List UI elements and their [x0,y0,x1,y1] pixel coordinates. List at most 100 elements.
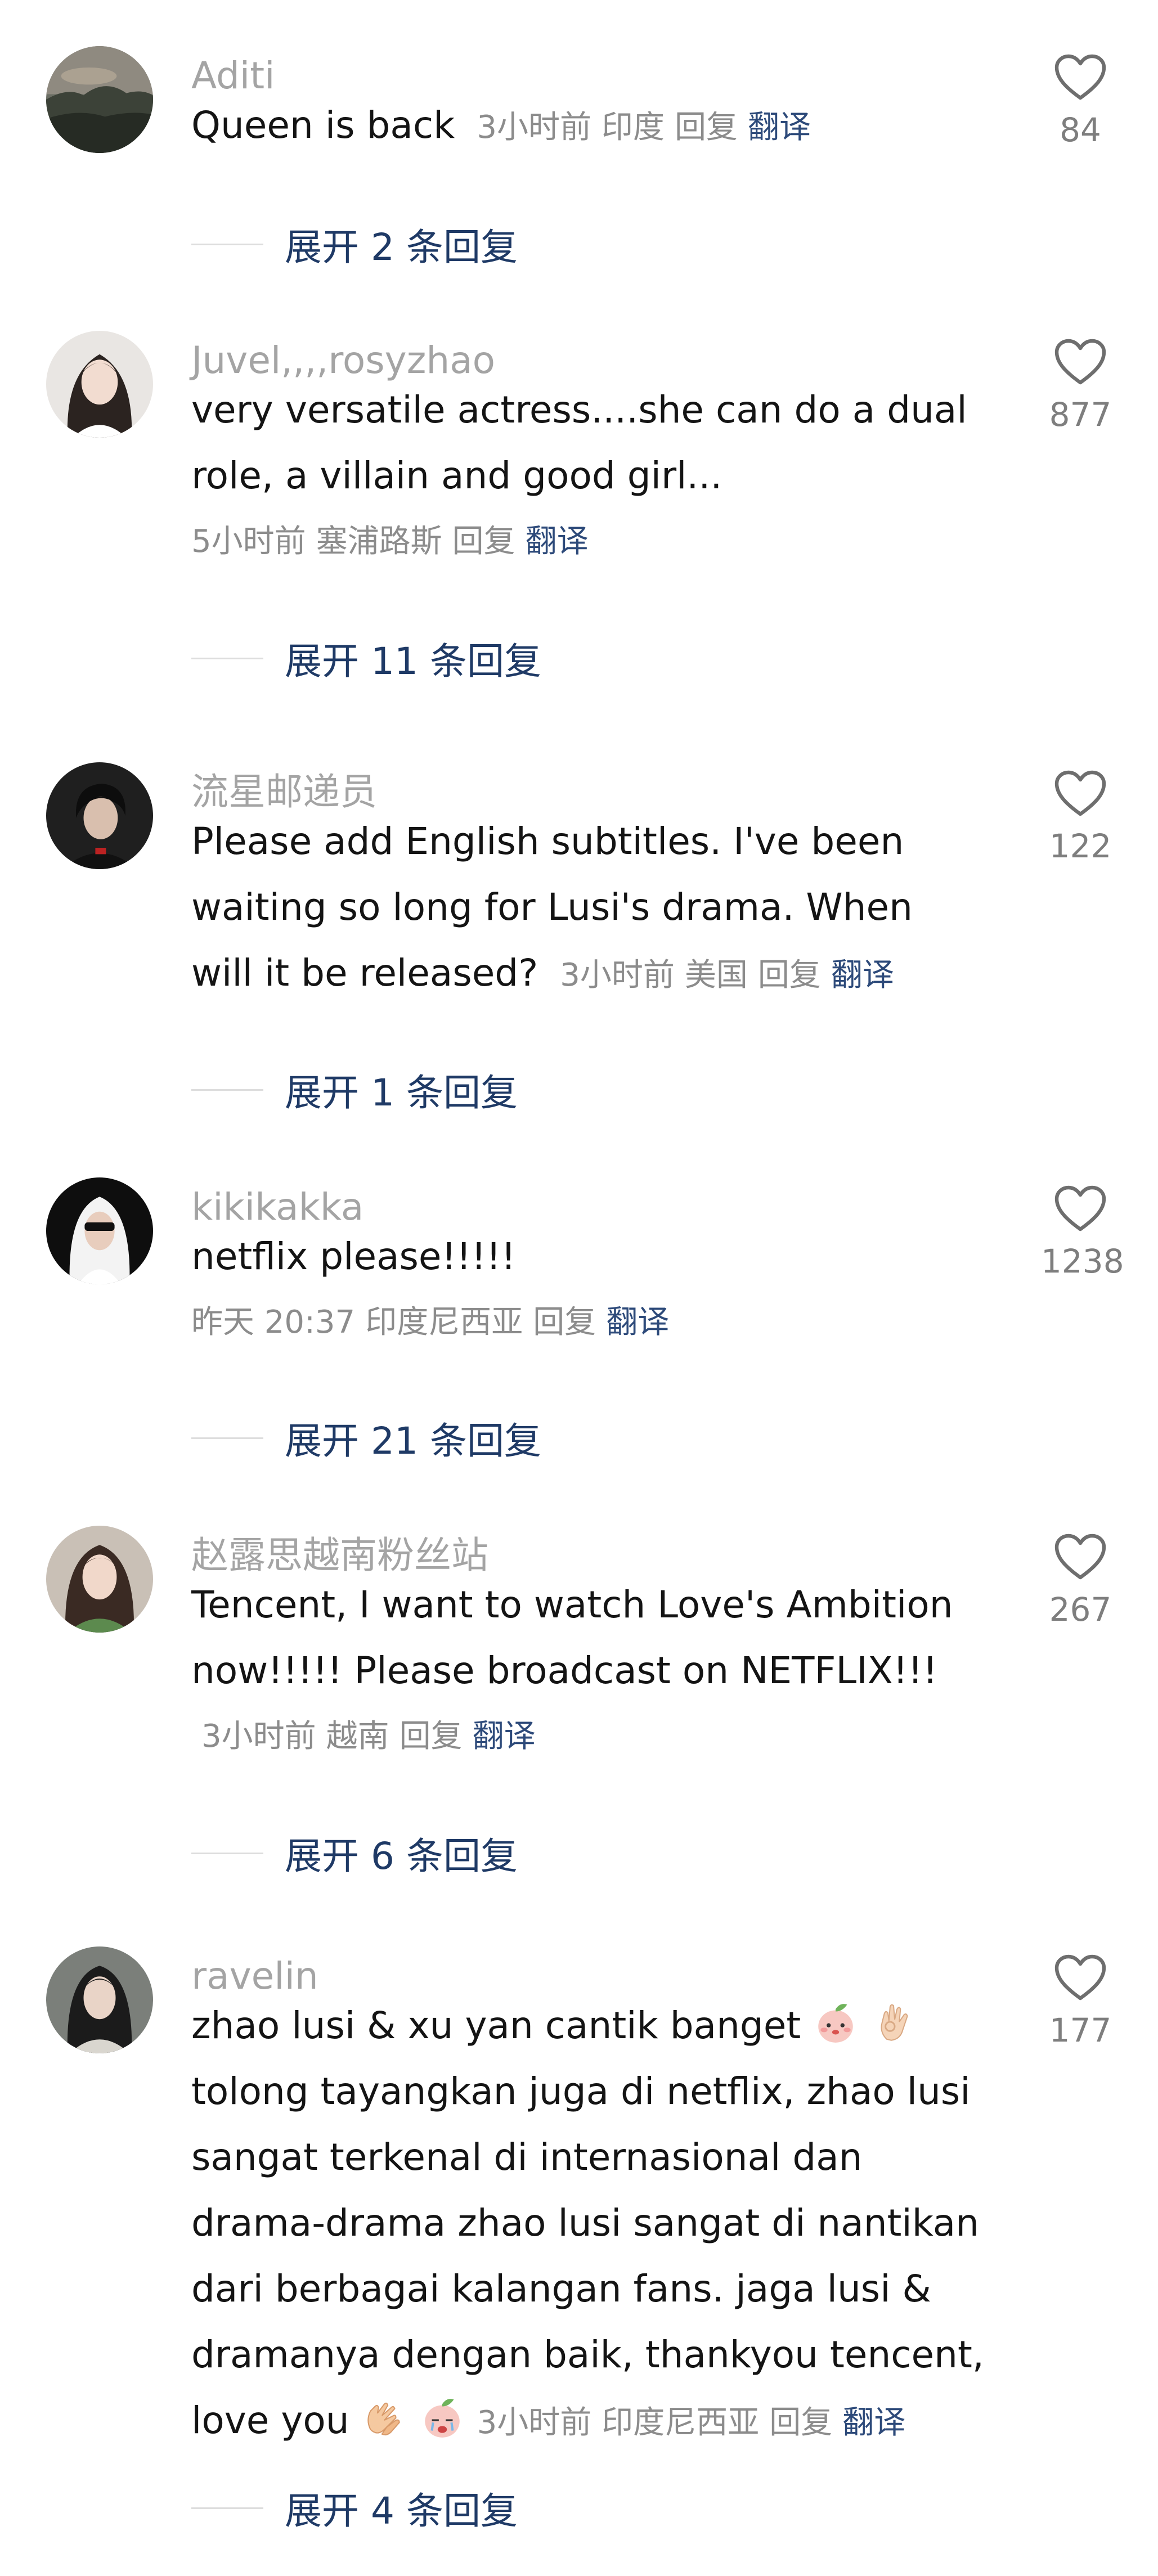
translate-link[interactable]: 翻译 [842,2404,905,2441]
username[interactable]: kikikakka [191,1189,363,1226]
comment-meta: 昨天 20:37 印度尼西亚 回复 翻译 [191,1289,990,1355]
divider-line [191,243,263,245]
timestamp: 3小时前 [201,1718,316,1755]
timestamp: 3小时前 [477,109,591,146]
location: 塞浦路斯 [316,523,442,560]
timestamp: 5小时前 [191,523,306,560]
like-button[interactable]: 267 [1041,1532,1120,1626]
like-count: 267 [1049,1590,1112,1629]
like-count: 877 [1049,395,1112,434]
reply-link[interactable]: 回复 [452,523,515,560]
expand-replies[interactable]: 展开 6 条回复 [191,1831,518,1878]
heart-icon [1054,1954,1106,2000]
comment-text-line: now!!!!! Please broadcast on NETFLIX!!! [191,1649,938,1692]
heart-icon [1054,1534,1106,1580]
translate-link[interactable]: 翻译 [831,957,894,993]
username[interactable]: Juvel,,,,rosyzhao [191,342,495,379]
like-button[interactable]: 122 [1041,769,1120,862]
like-button[interactable]: 877 [1041,338,1120,431]
avatar[interactable] [46,46,153,153]
expand-replies[interactable]: 展开 11 条回复 [191,636,541,683]
expand-replies[interactable]: 展开 1 条回复 [191,1067,518,1114]
username[interactable]: 赵露思越南粉丝站 [191,1537,488,1574]
comment-text-line: netflix please!!!!! [191,1235,516,1278]
expand-replies[interactable]: 展开 4 条回复 [191,2485,518,2533]
translate-link[interactable]: 翻译 [473,1718,536,1755]
comment-text-line-with-emoji: zhao lusi & xu yan cantik banget [191,1993,990,2058]
comment-text-line: Please add English subtitles. I've been [191,820,904,863]
comment-body: Queen is back 3小时前 印度 回复 翻译 [191,92,990,160]
like-button[interactable]: 177 [1041,1953,1120,2047]
reply-link[interactable]: 回复 [400,1718,463,1755]
divider-line [191,2507,263,2509]
expand-replies-label: 展开 1 条回复 [285,1071,518,1114]
expand-replies-label: 展开 4 条回复 [285,2489,518,2533]
like-count: 177 [1049,2011,1112,2049]
avatar[interactable] [46,762,153,869]
location: 印度尼西亚 [602,2404,760,2441]
heart-icon [1054,339,1106,385]
reply-link[interactable]: 回复 [533,1304,596,1341]
timestamp: 3小时前 [560,957,675,993]
clapping-hands-icon [361,2395,407,2441]
comment-text: will it be released? [191,951,538,995]
comment-body: Please add English subtitles. I've been … [191,808,990,1008]
peach-face-emoji-icon [813,2000,859,2046]
avatar[interactable] [46,1177,153,1284]
reply-link[interactable]: 回复 [758,957,821,993]
comment-text: zhao lusi & xu yan cantik banget [191,2004,801,2047]
username[interactable]: Aditi [191,57,275,95]
expand-replies-label: 展开 2 条回复 [285,226,518,269]
comment-text-line: drama-drama zhao lusi sangat di nantikan [191,2201,980,2245]
comment-text-line: role, a villain and good girl... [191,454,722,497]
expand-replies[interactable]: 展开 2 条回复 [191,222,518,269]
expand-replies-label: 展开 11 条回复 [285,640,541,683]
heart-icon [1054,1185,1106,1231]
like-count: 1238 [1041,1242,1124,1280]
comment-text-line: dari berbagai kalangan fans. jaga lusi & [191,2267,931,2310]
peach-crying-emoji-icon [419,2395,465,2441]
ok-hand-icon [870,2000,917,2046]
expand-replies-label: 展开 6 条回复 [285,1835,518,1878]
location: 印度 [601,109,665,146]
reply-link[interactable]: 回复 [675,109,738,146]
divider-line [191,1437,263,1439]
comment-meta: 5小时前 塞浦路斯 回复 翻译 [191,509,990,574]
comment-text-line: very versatile actress....she can do a d… [191,388,967,431]
like-count: 84 [1060,111,1101,149]
comment-body: netflix please!!!!! 昨天 20:37 印度尼西亚 回复 翻译 [191,1224,990,1355]
comment-body: Tencent, I want to watch Love's Ambition… [191,1572,990,1769]
translate-link[interactable]: 翻译 [606,1304,669,1341]
like-button[interactable]: 1238 [1041,1184,1124,1280]
expand-replies[interactable]: 展开 21 条回复 [191,1415,541,1463]
comment-text-line-with-meta: will it be released? 3小时前 美国 回复 翻译 [191,940,990,1008]
location: 印度尼西亚 [365,1304,523,1341]
translate-link[interactable]: 翻译 [748,109,811,146]
like-button[interactable]: 84 [1041,53,1120,146]
heart-icon [1054,54,1106,100]
avatar[interactable] [46,331,153,438]
comment-text-line: waiting so long for Lusi's drama. When [191,885,913,929]
comment-meta: 3小时前 印度尼西亚 回复 翻译 [477,2404,906,2441]
like-count: 122 [1049,827,1112,865]
divider-line [191,1852,263,1854]
reply-link[interactable]: 回复 [769,2404,832,2441]
translate-link[interactable]: 翻译 [526,523,589,560]
timestamp: 昨天 20:37 [191,1304,356,1341]
comment-text-line: dramanya dengan baik, thankyou tencent, [191,2333,984,2376]
comment-text-line-with-meta: love you 3小时前 印度尼西亚 回复 翻译 [191,2388,990,2456]
heart-icon [1054,770,1106,816]
comment-meta: 3小时前 印度 回复 翻译 [466,109,811,146]
comment-text: Queen is back [191,104,455,147]
comment-body: very versatile actress....she can do a d… [191,377,990,574]
username[interactable]: 流星邮递员 [191,774,377,811]
comment-text: love you [191,2399,349,2442]
divider-line [191,657,263,659]
avatar[interactable] [46,1526,153,1633]
username[interactable]: ravelin [191,1958,318,1995]
avatar[interactable] [46,1946,153,2053]
comment-meta: 3小时前 越南 回复 翻译 [191,1703,990,1769]
comment-text-line: Tencent, I want to watch Love's Ambition [191,1583,953,1626]
location: 美国 [684,957,748,993]
timestamp: 3小时前 [477,2404,592,2441]
